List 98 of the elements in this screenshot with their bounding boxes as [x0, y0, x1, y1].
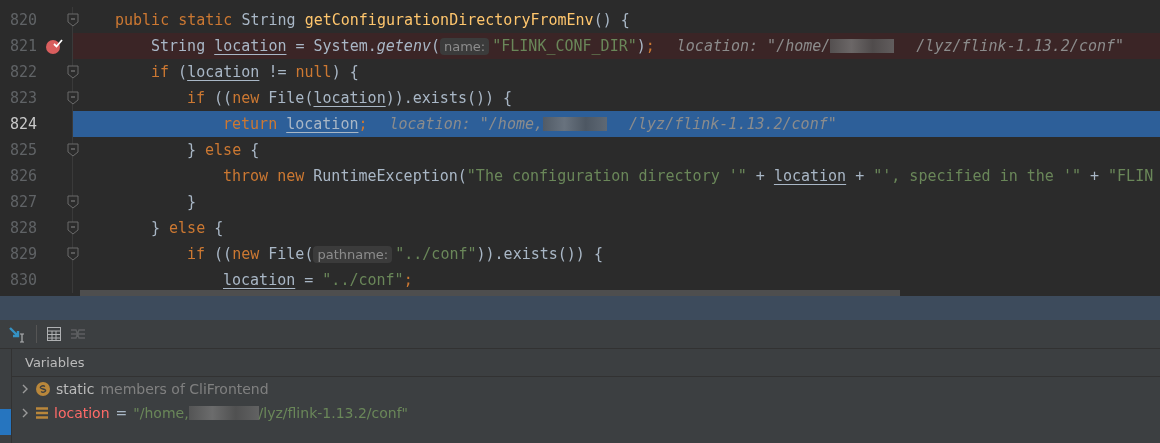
compare-icon[interactable] [71, 328, 85, 340]
code-token: location [313, 89, 386, 107]
code-token: )).exists()) { [385, 89, 513, 107]
code-token: public static [115, 11, 234, 29]
code-token: } [151, 219, 162, 237]
variable-value: /lyz/flink-1.13.2/conf" [258, 405, 409, 421]
chevron-right-icon[interactable] [20, 408, 30, 418]
code-token: )).exists()) { [476, 245, 603, 263]
code-token: "FLINK_CONF_DIR" [492, 37, 637, 55]
code-token: "FLIN [1108, 167, 1154, 185]
code-token: return [223, 115, 279, 133]
field-icon [36, 407, 48, 419]
code-token: else [169, 219, 207, 237]
variable-row[interactable]: location = "/home, /lyz/flink-1.13.2/conf" [12, 401, 1160, 425]
variable-label: static [56, 381, 95, 397]
fold-icon[interactable] [67, 247, 79, 261]
code-token: + [1089, 167, 1101, 185]
code-token: getConfigurationDirectoryFromEnv [304, 11, 594, 29]
code-token: File( [268, 89, 314, 107]
line-number: 829 [9, 245, 39, 263]
redacted-text [543, 117, 608, 131]
code-token: + [854, 167, 866, 185]
variable-name: location [54, 405, 110, 421]
code-token: new [232, 245, 261, 263]
code-token: "../conf" [395, 245, 477, 263]
line-number: 830 [9, 271, 39, 289]
code-token: new [232, 89, 261, 107]
code-token: "', specified in the '" [873, 167, 1081, 185]
fold-icon[interactable] [67, 13, 79, 27]
equals-sign: = [115, 405, 128, 421]
code-token: } [187, 141, 198, 159]
code-token: ; [645, 37, 655, 55]
inline-value: /lyz/flink-1.13.2/conf" [629, 115, 837, 133]
code-token: location [286, 115, 359, 133]
redacted-text [830, 39, 895, 53]
chevron-right-icon[interactable] [20, 384, 30, 394]
line-number: 823 [9, 89, 39, 107]
code-token: "../conf" [322, 271, 404, 289]
code-token: location [214, 37, 287, 55]
code-token: () { [593, 11, 630, 29]
code-token: File( [268, 245, 314, 263]
scrollbar[interactable] [80, 290, 900, 296]
line-number: 825 [9, 141, 39, 159]
line-number: 826 [9, 167, 39, 185]
code-token: else [205, 141, 243, 159]
variable-detail: members of CliFrontend [100, 381, 269, 397]
code-token: (( [214, 89, 233, 107]
line-number: 827 [9, 193, 39, 211]
inline-value: location: "/home, [389, 115, 544, 133]
code-token: = [303, 271, 315, 289]
fold-icon[interactable] [67, 195, 79, 209]
code-token: String [241, 11, 297, 29]
fold-icon[interactable] [67, 221, 79, 235]
fold-icon[interactable] [67, 91, 79, 105]
line-number: 822 [9, 63, 39, 81]
code-token: RuntimeException( [313, 167, 467, 185]
line-number: 828 [9, 219, 39, 237]
code-token: ( [178, 63, 188, 81]
panel-title: Variables [25, 355, 85, 370]
line-number: 824 [9, 115, 39, 133]
inline-value: location: "/home/ [676, 37, 831, 55]
line-number: 821 [9, 37, 39, 55]
table-icon[interactable] [47, 327, 61, 341]
code-token: = System. [294, 37, 377, 55]
parameter-hint: pathname: [313, 245, 393, 263]
variable-value: "/home, [133, 405, 189, 421]
code-token: throw new [223, 167, 306, 185]
variable-row[interactable]: static members of CliFrontend [12, 377, 1160, 401]
code-token: if [187, 245, 207, 263]
code-token: { [214, 219, 224, 237]
static-icon [36, 382, 50, 396]
code-token: if [151, 63, 171, 81]
code-token: + [754, 167, 766, 185]
breakpoint-icon[interactable] [46, 38, 64, 54]
code-token: location [773, 167, 847, 185]
code-token: ) [636, 37, 646, 55]
fold-icon[interactable] [67, 143, 79, 157]
code-token: } [187, 193, 197, 211]
code-token: { [250, 141, 260, 159]
line-number: 820 [9, 11, 39, 29]
fold-icon[interactable] [67, 65, 79, 79]
code-token: "The configuration directory '" [466, 167, 747, 185]
parameter-hint: name: [440, 37, 490, 55]
code-token: null [295, 63, 332, 81]
code-token: ( [430, 37, 440, 55]
cursor-arrow-icon[interactable] [8, 325, 26, 343]
code-token: (( [214, 245, 233, 263]
code-token: String [151, 37, 207, 55]
code-token: ; [403, 271, 413, 289]
code-token: ; [358, 115, 368, 133]
code-token: ) { [331, 63, 359, 81]
code-token: != [267, 63, 288, 81]
code-token: getenv [376, 37, 431, 55]
code-token: if [187, 89, 207, 107]
code-token: location [187, 63, 260, 81]
inline-value: /lyz/flink-1.13.2/conf" [916, 37, 1125, 55]
code-token: location [223, 271, 296, 289]
redacted-text [188, 406, 259, 420]
